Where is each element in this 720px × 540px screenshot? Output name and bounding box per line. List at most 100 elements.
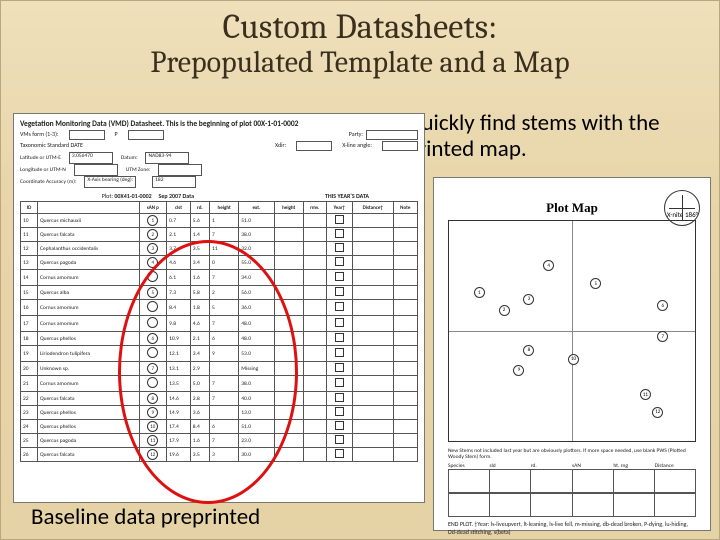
table-row: 26Quercus falcata1219.63.5330.0 [21,448,418,462]
section-thisyear: THIS YEAR'S DATA [276,192,418,200]
table-row: 25Quercus pagoda1117.91.6723.0 [21,434,418,448]
plot-point: 9 [513,365,524,376]
vms-box [69,130,105,140]
plot-point: 10 [568,354,579,365]
coord-extra: UTM Zone: [126,167,151,173]
legend-col: Distance [655,463,696,469]
col-header: rmv. [303,202,326,214]
checkbox-icon [335,393,344,402]
col-header: Year† [326,202,352,214]
xangle-box [382,141,418,151]
col-header: height [274,202,303,214]
legend-col: sAN [572,463,613,469]
table-row: 21Cornus amomum13.55.0738.0 [21,376,418,392]
col-header: Note [393,202,417,214]
plot-point: 4 [543,260,554,271]
col-header: rd. [190,202,209,214]
coord-value: 3.056470 [69,152,113,164]
table-row: 18Quercus phellos610.92.1648.0 [21,332,418,346]
slide: Custom Datasheets: Prepopulated Template… [0,0,720,540]
checkbox-icon [335,407,344,416]
table-row: 10Quercus michauxii10.75.6151.0 [21,214,418,228]
col-header: sAN p [139,202,167,214]
end-note: END PLOT. †Year: ls-liveupvert, lt-leani… [448,520,696,536]
legend-col: ht. rng [613,463,654,469]
plot-point: 2 [499,305,510,316]
xdir-box [296,141,332,151]
table-row: 24Quercus phellos1017.48.4651.0 [21,420,418,434]
plot-point: 5 [590,278,601,289]
checkbox-icon [335,229,344,238]
checkbox-icon [335,318,344,327]
checkbox-icon [335,348,344,357]
annotation-baseline: Baseline data preprinted [31,505,260,531]
table-row: 11Quercus falcata22.11.4738.0 [21,228,418,242]
checkbox-icon [335,449,344,458]
checkbox-icon [335,215,344,224]
legend-row [448,469,696,493]
col-header: clst [167,202,191,214]
section-baseline: Sep 2007 Data [159,192,195,200]
table-row: 19Liriodendron tulipifera12.13.4953.0 [21,346,418,362]
col-header: ID [21,202,38,214]
subtitle: Prepopulated Template and a Map [1,45,719,80]
table-row: 13Quercus pagoda44.63.4055.0 [21,256,418,270]
table-row: 15Quercus alba57.35.8256.0 [21,286,418,300]
xdir-label: Xdir: [275,141,286,151]
checkbox-icon [335,363,344,372]
checkbox-icon [335,272,344,281]
col-header: Distance† [352,202,393,214]
title: Custom Datasheets: [1,7,719,47]
checkbox-icon [335,378,344,387]
map-note: New Stems not included last year but are… [448,448,696,460]
plot-map-image: Plot Map X-nite 186° 123456789101112 New… [433,177,711,531]
checkbox-icon [335,243,344,252]
checkbox-icon [335,257,344,266]
plot-id: 00X41-01-0002 [114,192,151,200]
checkbox-icon [335,287,344,296]
checkbox-icon [335,302,344,311]
coord-value [74,164,118,176]
legend-row [448,493,696,517]
table-row: 20Unknown sp.713.12.9Missing [21,362,418,376]
xangle-label: X-line angle: [342,141,372,151]
coord-extra-value [158,164,202,176]
col-header: height [210,202,239,214]
vms-label: VMs form (1-3): [20,130,59,140]
table-row: 17Cornus amomum9.84.6748.0 [21,316,418,332]
party-label: Party: [349,130,363,140]
coord-label: Longitude or UTM-N [20,167,66,173]
party-box [366,130,418,140]
checkbox-icon [335,333,344,342]
p-label: P [115,130,118,140]
coord-extra: Datum: [121,155,138,161]
coord-value: X-Axis bearing (deg): [84,176,136,188]
table-row: 22Quercus falcata814.62.8740.0 [21,392,418,406]
p-box [128,130,164,140]
data-table: IDsAN pclstrd.heightext.heightrmv.Year†D… [20,201,418,462]
map-title: Plot Map [448,200,696,216]
plot-point: 8 [523,345,534,356]
sheet-header: Vegetation Monitoring Data (VMD) Datashe… [20,120,418,129]
plot-point: 3 [523,294,534,305]
coord-label: Coordinate Accuracy (m): [20,179,76,185]
plot-area: 123456789101112 [448,220,696,442]
col-header: ext. [239,202,274,214]
plot-point: 7 [657,331,668,342]
coord-extra-value: NAD83-94 [145,152,189,164]
plot-vline [572,221,573,441]
table-row: 12Cephalanthus occidentalis33.73.51132.0 [21,242,418,256]
checkbox-icon [335,435,344,444]
plot-point: 1 [474,287,485,298]
taxo-label: Taxonomic Standard DATE [20,141,83,151]
datasheet-image: Vegetation Monitoring Data (VMD) Datashe… [13,113,425,503]
table-row: 16Cornus amomum8.41.8536.0 [21,300,418,316]
table-row: 23Quercus phellos914.93.613.0 [21,406,418,420]
legend-col: sld [489,463,530,469]
coord-extra-value: 182 [152,176,196,188]
legend-col: rd. [531,463,572,469]
table-row: 14Cornus amomum6.11.6734.0 [21,270,418,286]
col-header [37,202,139,214]
plot-point: 12 [652,407,663,418]
checkbox-icon [335,421,344,430]
